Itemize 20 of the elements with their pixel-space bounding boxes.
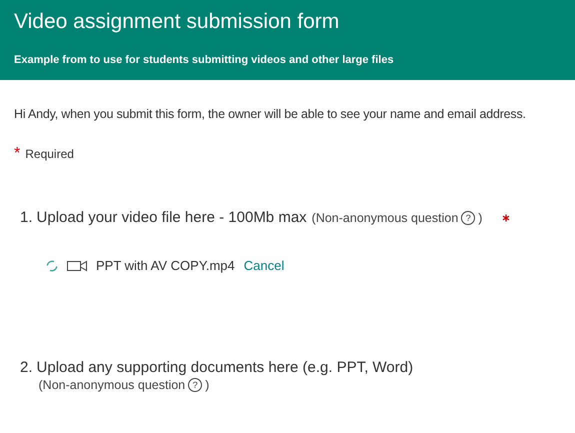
question-note: )	[478, 211, 482, 225]
question-number: 2.	[20, 359, 33, 378]
form-title: Video assignment submission form	[14, 10, 340, 34]
required-label: Required	[25, 147, 74, 161]
question-note: )	[205, 378, 210, 392]
cancel-link[interactable]: Cancel	[244, 258, 284, 273]
question-title: Upload any supporting documents here (e.g. PPT, Word)	[36, 359, 414, 376]
asterisk-icon	[502, 214, 510, 222]
privacy-notice: Hi Andy, when you submit this form, the owner will be able to see your name and email address.	[14, 107, 526, 121]
question-note: (Non-anonymous question	[312, 211, 458, 225]
help-icon[interactable]: ?	[461, 211, 476, 225]
form-description: Example from to use for students submitting videos and other large files	[14, 54, 394, 66]
refresh-icon	[46, 260, 58, 272]
help-icon[interactable]: ?	[188, 378, 202, 392]
file-name: PPT with AV COPY.mp4	[96, 258, 235, 273]
question-number: 1.	[20, 209, 33, 226]
required-asterisk: *	[14, 147, 20, 161]
question-title: Upload your video file here - 100Mb max	[36, 209, 307, 226]
question-note: (Non-anonymous question	[38, 378, 186, 392]
video-camera-icon	[67, 260, 87, 272]
